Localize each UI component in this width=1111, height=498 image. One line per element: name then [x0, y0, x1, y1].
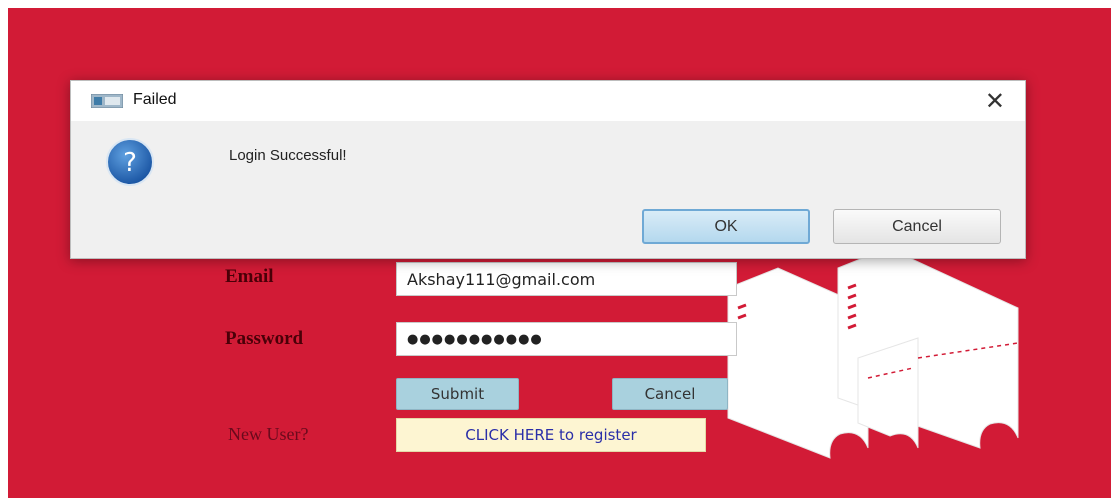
email-field[interactable]: Akshay111@gmail.com [396, 262, 737, 296]
ticket-art-icon [727, 248, 1019, 459]
new-user-label: New User? [228, 424, 309, 444]
window-icon [91, 94, 123, 108]
dialog-message: Login Successful! [229, 147, 347, 164]
email-label: Email [225, 266, 274, 287]
dialog-titlebar: Failed ✕ [71, 81, 1025, 121]
question-glyph: ? [123, 148, 137, 178]
password-field[interactable]: ●●●●●●●●●●● [396, 322, 737, 356]
dialog-title: Failed [133, 91, 177, 108]
question-icon: ? [106, 138, 154, 186]
ok-button[interactable]: OK [642, 209, 810, 244]
submit-button[interactable]: Submit [396, 378, 519, 410]
dialog-cancel-button[interactable]: Cancel [833, 209, 1001, 244]
cancel-button[interactable]: Cancel [612, 378, 728, 410]
register-link[interactable]: CLICK HERE to register [396, 418, 706, 452]
password-label: Password [225, 328, 304, 349]
failed-dialog: Failed ✕ ? Login Successful! OK Cancel [70, 80, 1026, 259]
close-icon[interactable]: ✕ [985, 87, 1005, 115]
